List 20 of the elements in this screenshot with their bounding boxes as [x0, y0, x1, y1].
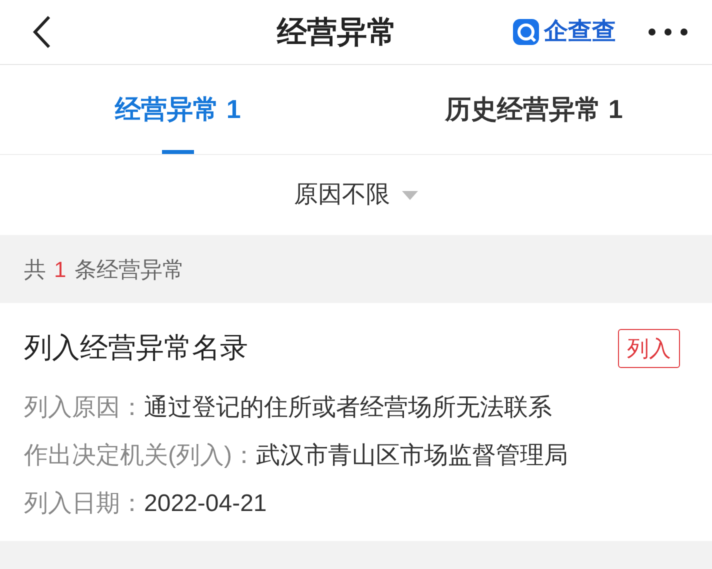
brand-logo: 企查查 [544, 17, 616, 47]
field-label: 列入日期： [24, 489, 144, 519]
reason-filter-dropdown[interactable]: 原因不限 [294, 177, 418, 213]
field-label: 作出决定机关(列入)： [24, 441, 256, 471]
tab[interactable]: 经营异常 1 [0, 65, 356, 154]
record-count: 1 [54, 256, 66, 284]
summary-text: 条经营异常 [74, 256, 184, 284]
field-value: 武汉市青山区市场监督管理局 [256, 441, 568, 471]
field-value: 2022-04-21 [144, 489, 267, 519]
page-title: 经营异常 [277, 14, 397, 50]
summary-text: 共 [24, 256, 46, 284]
more-icon[interactable] [648, 28, 688, 36]
status-tag: 列入 [618, 328, 680, 368]
back-icon[interactable] [32, 15, 52, 49]
record-title: 列入经营异常名录 [24, 331, 248, 365]
tab[interactable]: 历史经营异常 1 [356, 65, 712, 154]
field-value: 通过登记的住所或者经营场所无法联系 [144, 393, 552, 423]
field-label: 列入原因： [24, 393, 144, 423]
magnifier-logo-icon [512, 18, 540, 46]
caret-icon [402, 190, 418, 200]
